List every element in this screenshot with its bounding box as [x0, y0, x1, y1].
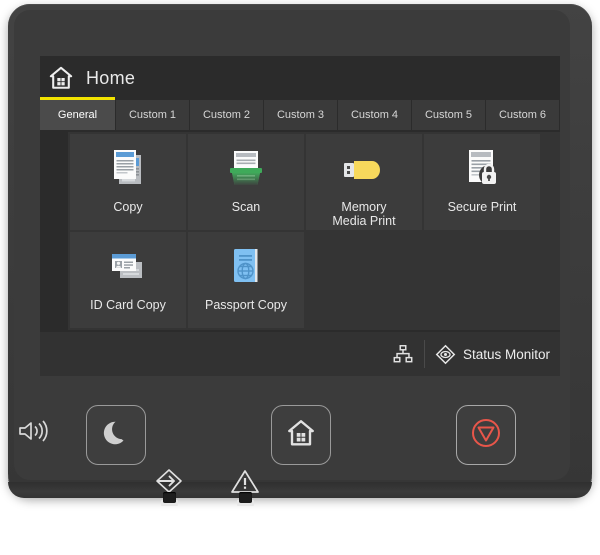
- device-bottom-edge: [8, 482, 592, 498]
- scanner-icon: [220, 144, 272, 196]
- usb-drive-icon: [338, 144, 390, 196]
- network-nodes-icon[interactable]: [392, 343, 414, 365]
- stop-key[interactable]: [456, 405, 516, 465]
- speaker-sound-icon: [17, 418, 49, 444]
- status-monitor-label: Status Monitor: [462, 346, 550, 362]
- home-key[interactable]: [271, 405, 331, 465]
- function-label-id-card-copy: ID Card Copy: [90, 298, 166, 312]
- tab-general[interactable]: General: [40, 97, 116, 130]
- moon-icon: [101, 418, 131, 453]
- passport-booklet-icon: [220, 242, 272, 294]
- data-lamp: [163, 492, 176, 503]
- function-tile-empty-2: [424, 232, 540, 328]
- tab-custom-4[interactable]: Custom 4: [338, 100, 412, 130]
- tab-bar: General Custom 1 Custom 2 Custom 3 Custo…: [40, 97, 560, 130]
- screen-header: Home: [40, 56, 560, 100]
- home-house-icon: [286, 418, 316, 453]
- data-arrow-diamond-icon: [154, 468, 184, 494]
- status-bar-divider: [423, 340, 425, 368]
- touch-screen: Home General Custom 1 Custom 2 Custom 3 …: [40, 56, 560, 376]
- id-card-icon: [102, 242, 154, 294]
- function-label-copy: Copy: [113, 200, 143, 214]
- function-grid: Copy Scan Memory Media Print Secure Prin…: [68, 132, 560, 330]
- stop-circle-triangle-icon: [470, 417, 502, 454]
- function-label-secure-print: Secure Print: [447, 200, 517, 214]
- function-tile-id-card-copy[interactable]: ID Card Copy: [70, 232, 186, 328]
- function-tile-secure-print[interactable]: Secure Print: [424, 134, 540, 230]
- function-label-passport-copy: Passport Copy: [205, 298, 287, 312]
- function-tile-memory-media-print[interactable]: Memory Media Print: [306, 134, 422, 230]
- energy-saver-key[interactable]: [86, 405, 146, 465]
- tab-custom-6[interactable]: Custom 6: [486, 100, 560, 130]
- function-label-memory-media-print: Memory Media Print: [332, 200, 396, 229]
- function-label-scan: Scan: [231, 200, 261, 214]
- status-monitor-button[interactable]: Status Monitor: [435, 344, 560, 365]
- printer-control-panel: Home General Custom 1 Custom 2 Custom 3 …: [0, 0, 600, 555]
- document-lock-icon: [456, 144, 508, 196]
- function-tile-passport-copy[interactable]: Passport Copy: [188, 232, 304, 328]
- function-tile-copy[interactable]: Copy: [70, 134, 186, 230]
- tab-custom-5[interactable]: Custom 5: [412, 100, 486, 130]
- page-title: Home: [86, 67, 136, 88]
- copy-documents-icon: [102, 144, 154, 196]
- home-house-icon: [48, 65, 74, 91]
- tab-custom-2[interactable]: Custom 2: [190, 100, 264, 130]
- function-tile-empty-1: [306, 232, 422, 328]
- status-bar: Status Monitor: [40, 332, 560, 376]
- function-tile-scan[interactable]: Scan: [188, 134, 304, 230]
- tab-custom-1[interactable]: Custom 1: [116, 100, 190, 130]
- warning-triangle-icon: [230, 468, 260, 494]
- error-lamp: [239, 492, 252, 503]
- tab-custom-3[interactable]: Custom 3: [264, 100, 338, 130]
- status-monitor-diamond-icon: [435, 344, 456, 365]
